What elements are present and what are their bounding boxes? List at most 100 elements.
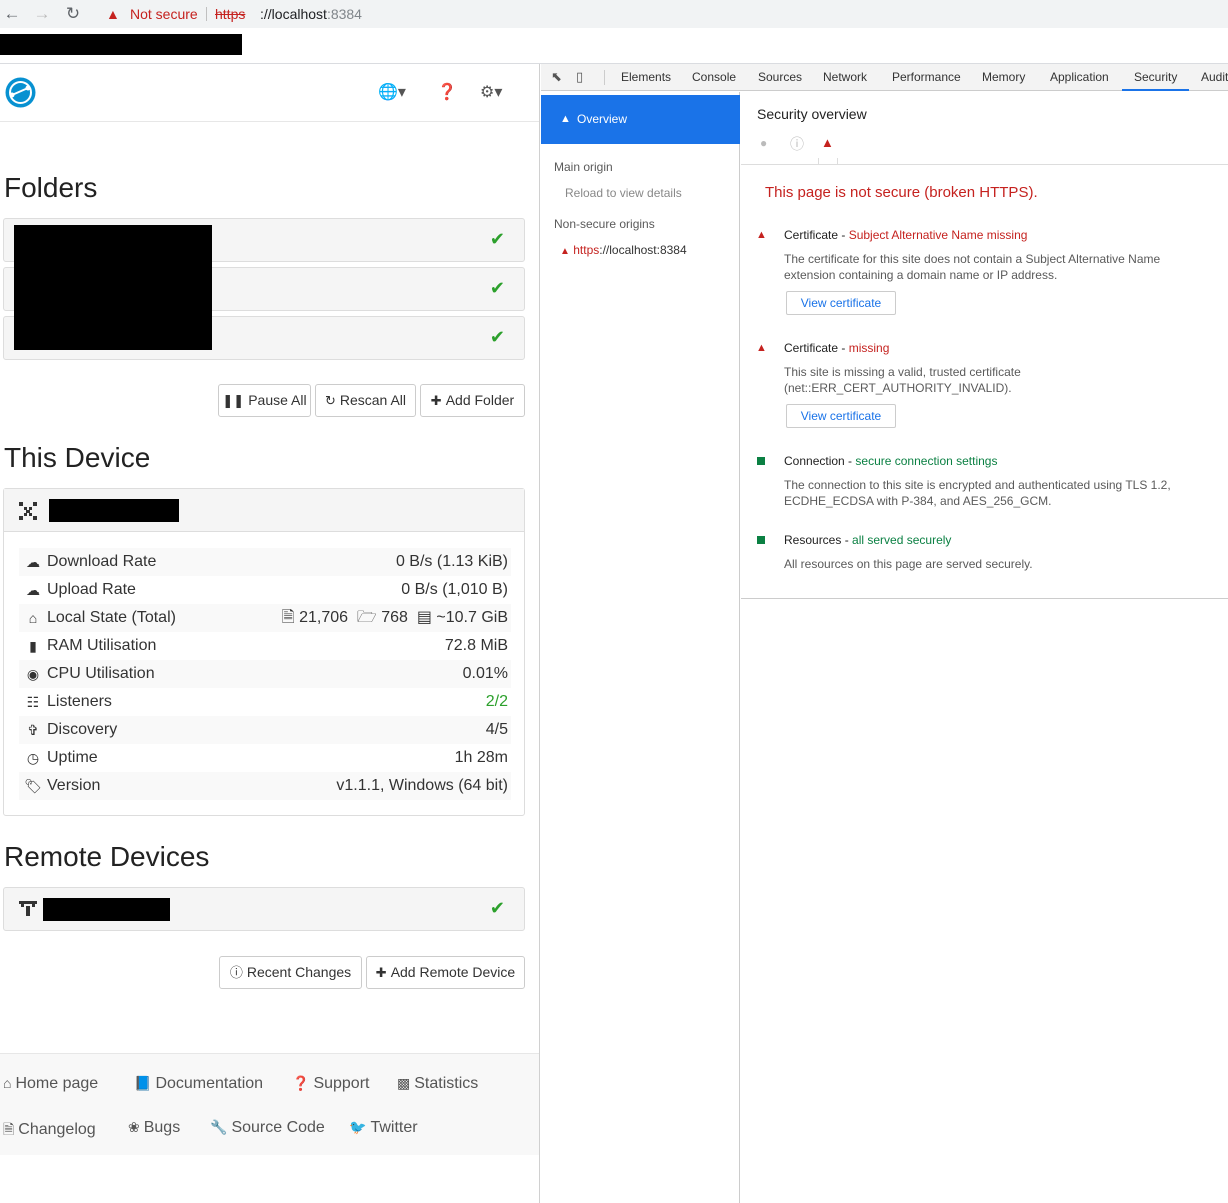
app-navbar: 🌐▾ ❓ ⚙▾ [0,64,539,122]
recent-changes-button[interactable]: ⓘ Recent Changes [219,956,362,989]
footer-link-stats[interactable]: ▩ Statistics [397,1075,478,1093]
stat-value[interactable]: 4/5 [486,716,508,744]
stat-label: Uptime [47,749,98,766]
remote-device-row[interactable]: ✔ [3,887,525,931]
bar-chart-icon: ▩ [397,1075,411,1091]
tab-network[interactable]: Network [823,64,867,91]
stat-value[interactable]: 2/2 [486,688,508,716]
file-text-icon: 🗎 [3,1121,15,1137]
view-certificate-button[interactable]: View certificate [786,291,896,315]
stat-row-version: 🏷 Version v1.1.1, Windows (64 bit) [19,772,511,800]
footer-link-source[interactable]: 🔧 Source Code [210,1119,325,1137]
add-folder-button[interactable]: ✚ Add Folder [420,384,525,417]
forward-arrow-icon[interactable]: → [32,4,52,24]
question-circle-icon: ❓ [292,1075,310,1091]
inspect-element-icon[interactable]: ⬉ [551,69,567,85]
back-arrow-icon[interactable]: ← [2,4,22,24]
check-icon: ✔ [489,229,505,249]
item-sep: - [838,341,849,355]
tag-icon: 🏷 [24,778,42,794]
devtools-panel: ⬉ ▯ Elements Console Sources Network Per… [541,64,1228,1203]
footer-link-label: Home page [15,1075,99,1092]
footer-link-label: Twitter [370,1119,418,1136]
sidebar-item-overview[interactable]: ▲ Overview [541,95,740,144]
tab-elements[interactable]: Elements [621,64,671,91]
footer-link-home[interactable]: ⌂ Home page [3,1075,98,1093]
remote-devices-heading: Remote Devices [4,841,210,872]
warning-triangle-icon[interactable]: ▲ [106,1,120,27]
info-icon: ⓘ [790,136,804,152]
address-bar[interactable]: ▲ Not secure https ://localhost:8384 [96,1,1228,27]
stat-label: Download Rate [47,553,157,570]
pause-all-button[interactable]: ❚❚ Pause All [218,384,311,417]
folder-icon: 🗁 [356,609,377,626]
footer-link-support[interactable]: ❓ Support [292,1075,369,1093]
stat-row-uptime: ◷ Uptime 1h 28m [19,744,511,772]
redacted-remote-name [43,898,170,921]
warning-triangle-icon: ▲ [821,135,834,150]
check-icon: ✔ [489,327,505,347]
url-hostname: localhost [271,6,327,22]
this-device-heading: This Device [4,442,151,473]
cert-missing-title: Certificate - missing [784,341,889,355]
footer-link-changelog[interactable]: 🗎 Changelog [3,1119,96,1143]
stat-value: 0.01% [462,665,508,682]
language-globe-icon[interactable]: 🌐▾ [378,82,406,102]
footer-link-label: Statistics [414,1075,479,1092]
item-status: missing [848,341,890,355]
secure-square-icon [757,457,765,465]
device-toolbar-icon[interactable]: ▯ [576,69,592,85]
cert-san-description: The certificate for this site does not c… [784,252,1161,282]
footer-link-label: Bugs [143,1119,181,1136]
tab-performance[interactable]: Performance [892,64,961,91]
item-title: Resources [784,533,842,547]
add-remote-device-label: Add Remote Device [390,964,516,980]
lock-icon: ● [760,136,768,150]
stat-value: 72.8 MiB [444,637,508,654]
tab-sources[interactable]: Sources [758,64,802,91]
memory-icon: ▮ [29,638,37,654]
tab-memory[interactable]: Memory [982,64,1025,91]
stat-label: RAM Utilisation [47,637,157,654]
origin-scheme: https [573,243,600,257]
url-host: ://localhost:8384 [260,1,362,27]
footer-link-twitter[interactable]: 🐦 Twitter [349,1119,418,1137]
footer-link-bugs[interactable]: ❀ Bugs [128,1119,180,1137]
not-secure-label[interactable]: Not secure [130,1,198,27]
rescan-all-button[interactable]: ↻ Rescan All [315,384,416,417]
reload-icon[interactable]: ↻ [63,4,83,24]
security-summary: This page is not secure (broken HTTPS). [765,184,1038,201]
syncthing-logo-icon[interactable] [4,76,37,109]
warning-triangle-icon: ▲ [560,113,571,125]
tab-console[interactable]: Console [692,64,736,91]
tab-application[interactable]: Application [1050,64,1109,91]
footer-link-label: Support [313,1075,370,1092]
stat-row-discovery: ✞ Discovery 4/5 [19,716,511,744]
pause-icon: ❚❚ [222,393,245,408]
stat-label: CPU Utilisation [47,665,155,682]
tab-security[interactable]: Security [1122,64,1190,91]
origin-host: ://localhost:8384 [599,243,687,257]
settings-gear-icon[interactable]: ⚙▾ [480,82,502,102]
footer-link-label: Documentation [155,1075,264,1092]
stat-row-upload: ☁ Upload Rate 0 B/s (1,010 B) [19,576,511,604]
footer-link-docs[interactable]: 📘 Documentation [134,1075,263,1093]
refresh-icon: ↻ [324,393,336,408]
stat-label: Local State (Total) [47,609,176,626]
book-icon: 📘 [134,1075,152,1091]
stat-row-local-state: ⌂ Local State (Total) 🗎 21,706 🗁 768 ▤ ~… [19,604,511,632]
sidebar-item-origin[interactable]: ▲ https://localhost:8384 [560,243,687,257]
help-question-icon[interactable]: ❓ [437,82,457,102]
bookmark-bar [0,28,1228,64]
item-status: all served securely [852,533,952,547]
add-folder-label: Add Folder [445,392,515,408]
security-overview-header: Security overview ● ⓘ ▲ [741,92,1228,165]
view-certificate-button[interactable]: View certificate [786,404,896,428]
main-origin-heading: Main origin [554,160,613,174]
add-remote-device-button[interactable]: ✚ Add Remote Device [366,956,525,989]
pause-all-label: Pause All [248,392,307,408]
tab-audits[interactable]: Audits [1201,64,1228,91]
total-size: ~10.7 GiB [436,609,508,626]
this-device-header[interactable] [4,489,524,532]
security-overview-title: Security overview [757,106,867,122]
